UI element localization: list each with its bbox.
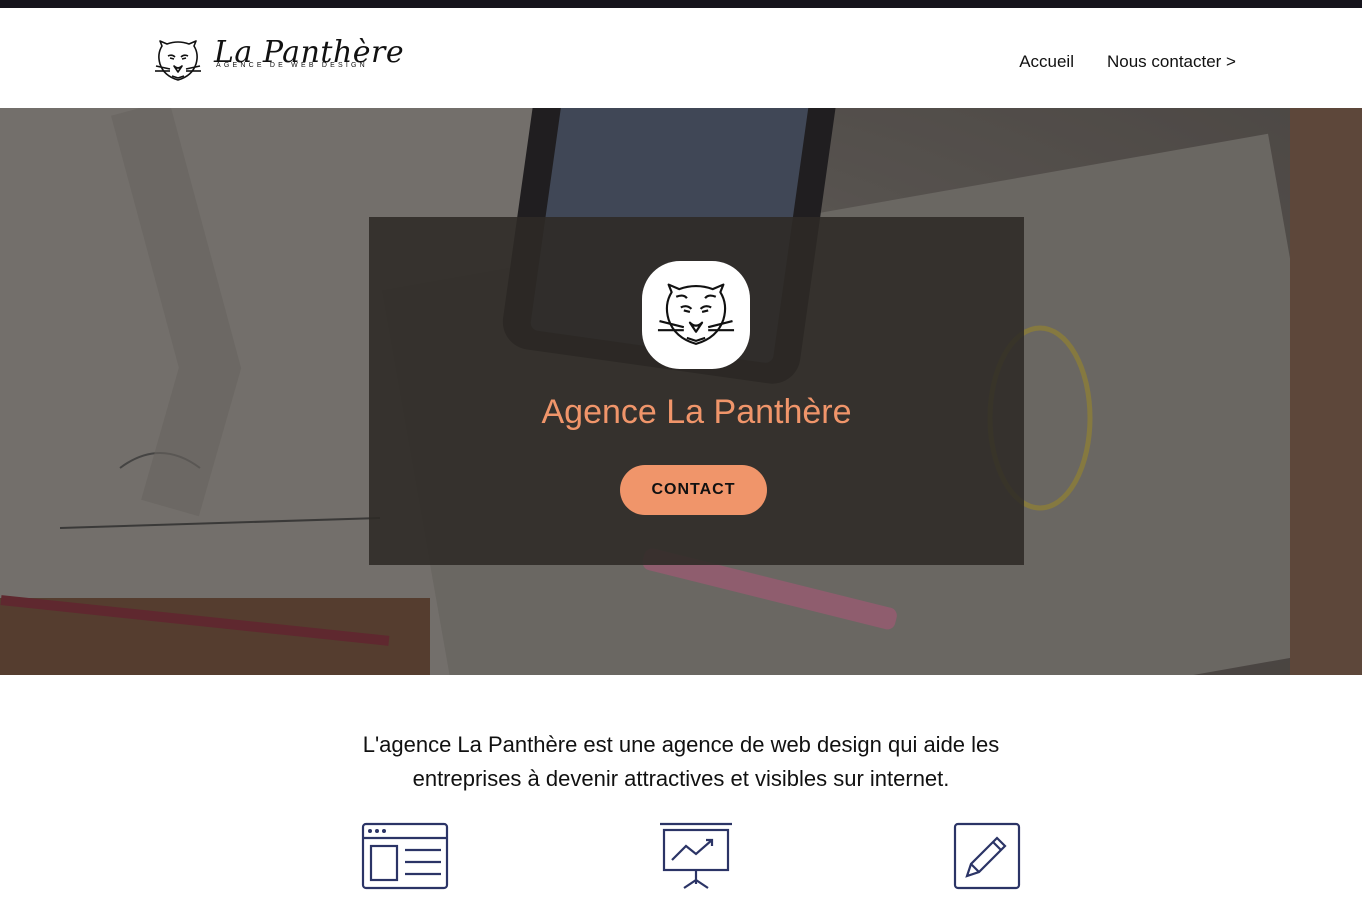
brand-logo[interactable]: La Panthère AGENCE DE WEB DESIGN	[152, 36, 404, 84]
main-nav: Accueil Nous contacter >	[1019, 52, 1236, 72]
hero-logo-badge	[642, 261, 750, 369]
hero-title: Agence La Panthère	[541, 393, 852, 431]
top-bar	[0, 0, 1362, 8]
pencil-edit-icon	[953, 822, 1021, 890]
brand-tagline: AGENCE DE WEB DESIGN	[216, 62, 368, 69]
site-header: La Panthère AGENCE DE WEB DESIGN Accueil…	[0, 8, 1362, 108]
presentation-chart-icon	[660, 822, 732, 889]
nav-item-accueil[interactable]: Accueil	[1019, 52, 1074, 72]
intro-text: L'agence La Panthère est une agence de w…	[0, 728, 1362, 796]
hero-card: Agence La Panthère CONTACT	[369, 217, 1024, 565]
features-row	[0, 818, 1362, 900]
panther-face-icon	[657, 283, 735, 345]
hero-banner: Agence La Panthère CONTACT	[0, 108, 1362, 675]
panther-logo-icon	[155, 40, 201, 81]
nav-item-nous-contacter[interactable]: Nous contacter >	[1107, 52, 1236, 72]
intro-line-1: L'agence La Panthère est une agence de w…	[362, 732, 1000, 757]
contact-button[interactable]: CONTACT	[620, 465, 767, 515]
web-layout-icon	[361, 822, 449, 890]
intro-line-2: entreprises à devenir attractives et vis…	[412, 766, 950, 791]
